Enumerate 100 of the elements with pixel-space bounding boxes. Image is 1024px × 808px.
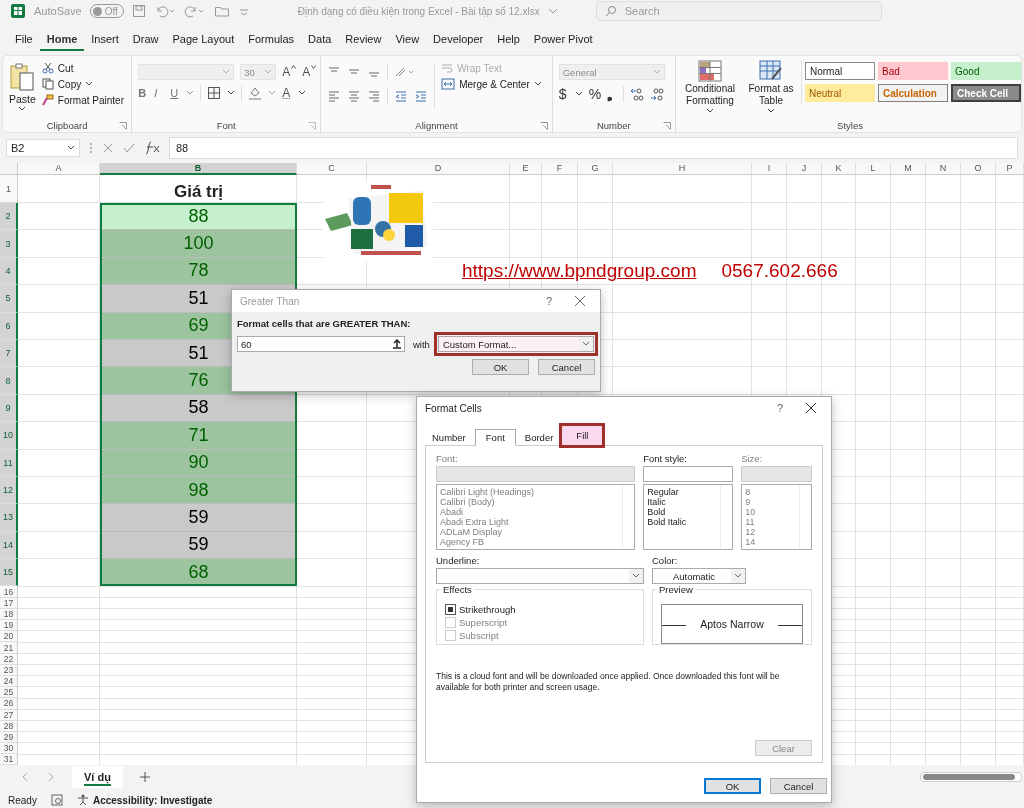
column-header[interactable]: O xyxy=(961,163,996,175)
row-header[interactable]: 23 xyxy=(0,664,18,676)
row-header[interactable]: 7 xyxy=(0,339,18,368)
row-header[interactable]: 17 xyxy=(0,597,18,609)
row-header[interactable]: 13 xyxy=(0,504,18,532)
increase-font-size-button[interactable]: A xyxy=(282,65,297,79)
fill-color-icon[interactable] xyxy=(248,86,263,100)
comma-style-button[interactable]: ❟ xyxy=(607,85,618,102)
search-field[interactable]: Search xyxy=(595,1,882,21)
row-header[interactable]: 5 xyxy=(0,285,18,313)
column-header[interactable]: P xyxy=(996,163,1024,175)
row-header[interactable]: 28 xyxy=(0,720,18,732)
dialog-launcher-icon[interactable] xyxy=(663,122,671,130)
column-header[interactable]: M xyxy=(891,163,926,175)
decrease-font-size-button[interactable]: A xyxy=(302,65,317,79)
row-header[interactable]: 6 xyxy=(0,312,18,340)
column-header[interactable]: E xyxy=(510,163,542,175)
horizontal-align-icon[interactable] xyxy=(367,90,382,102)
ribbon-tab[interactable]: Page Layout xyxy=(165,29,242,51)
row-header[interactable]: 19 xyxy=(0,620,18,632)
row-header[interactable]: 25 xyxy=(0,687,18,699)
column-header[interactable]: I xyxy=(752,163,787,175)
sheet-tab[interactable]: Ví dụ xyxy=(72,766,123,788)
dialog-button[interactable]: OK xyxy=(704,778,761,794)
dialog-button[interactable]: Cancel xyxy=(538,359,595,375)
dialog-tab[interactable]: Border xyxy=(519,430,559,445)
cancel-icon[interactable] xyxy=(102,142,114,154)
copy-button[interactable]: Copy xyxy=(41,78,124,90)
insert-function-icon[interactable] xyxy=(144,141,160,155)
select-all-button[interactable] xyxy=(0,163,18,175)
dialog-tab[interactable]: Font xyxy=(474,429,516,446)
cell-style-option[interactable]: Bad xyxy=(878,62,948,80)
row-header[interactable]: 22 xyxy=(0,653,18,665)
column-header[interactable]: G xyxy=(578,163,613,175)
decrease-decimal-icon[interactable] xyxy=(650,86,665,101)
format-painter-button[interactable]: Format Painter xyxy=(41,94,124,106)
column-header[interactable]: H xyxy=(613,163,752,175)
cell-style-option[interactable]: Good xyxy=(951,62,1021,80)
effect-checkbox[interactable]: Strikethrough xyxy=(445,604,635,615)
row-header[interactable]: 26 xyxy=(0,698,18,710)
paste-button[interactable]: Paste xyxy=(9,60,36,112)
caret-icon[interactable] xyxy=(298,90,307,96)
cell-style-option[interactable]: Calculation xyxy=(878,84,948,102)
dialog-launcher-icon[interactable] xyxy=(308,122,317,130)
column-header[interactable]: B xyxy=(100,163,297,175)
format-as-table-button[interactable]: Format as Table xyxy=(747,60,795,114)
color-dropdown[interactable]: Automatic xyxy=(652,568,746,584)
value-input[interactable]: 60 xyxy=(237,336,405,352)
row-header[interactable]: 14 xyxy=(0,531,18,560)
close-icon[interactable] xyxy=(805,402,817,414)
help-button[interactable]: ? xyxy=(545,295,552,307)
column-header[interactable]: N xyxy=(926,163,961,175)
font-color-button[interactable]: A xyxy=(282,86,293,100)
dialog-button[interactable]: Cancel xyxy=(770,778,827,794)
next-sheet-icon[interactable] xyxy=(46,772,56,782)
font-format-button[interactable]: U xyxy=(170,87,181,99)
row-header[interactable]: 21 xyxy=(0,642,18,654)
cell-style-option[interactable]: Neutral xyxy=(805,84,875,102)
row-header[interactable]: 20 xyxy=(0,631,18,643)
name-box[interactable]: B2 xyxy=(6,139,80,157)
font-style-list[interactable]: Regular Italic Bold Bold Italic xyxy=(643,484,734,550)
ribbon-tab[interactable]: Developer xyxy=(426,29,491,51)
dialog-button[interactable]: OK xyxy=(472,359,529,375)
conditional-formatting-button[interactable]: Conditional Formatting xyxy=(679,60,741,114)
add-sheet-icon[interactable] xyxy=(138,771,151,783)
column-header[interactable]: L xyxy=(856,163,891,175)
ribbon-tab[interactable]: Formulas xyxy=(241,29,302,51)
ribbon-tab[interactable]: Help xyxy=(490,29,527,51)
column-header[interactable]: C xyxy=(297,163,367,175)
dialog-tab[interactable]: Number xyxy=(427,430,471,445)
decrease-indent-icon[interactable] xyxy=(394,90,409,102)
dialog-launcher-icon[interactable] xyxy=(539,122,548,130)
row-header[interactable]: 2 xyxy=(0,203,18,231)
ribbon-tab[interactable]: Home xyxy=(39,29,85,51)
row-header[interactable]: 4 xyxy=(0,257,18,286)
ribbon-tab[interactable]: View xyxy=(388,29,427,51)
underline-dropdown[interactable] xyxy=(436,568,644,584)
chevron-icon[interactable] xyxy=(547,7,558,15)
increase-indent-icon[interactable] xyxy=(414,90,429,102)
row-header[interactable]: 27 xyxy=(0,709,18,721)
website-link[interactable]: https://www.bpndgroup.com xyxy=(462,260,697,283)
ribbon-tab[interactable]: Review xyxy=(338,29,389,51)
column-header[interactable]: D xyxy=(367,163,510,175)
borders-icon[interactable] xyxy=(207,86,222,100)
folder-icon[interactable] xyxy=(213,4,230,18)
collapse-dialog-icon[interactable] xyxy=(391,338,403,350)
ribbon-tab[interactable]: Insert xyxy=(84,29,126,51)
confirm-icon[interactable] xyxy=(123,142,135,154)
row-header[interactable]: 15 xyxy=(0,559,18,587)
percent-button[interactable]: % xyxy=(588,85,602,102)
currency-button[interactable]: $ xyxy=(558,85,569,102)
size-input[interactable] xyxy=(741,466,812,482)
column-header[interactable]: J xyxy=(787,163,822,175)
ribbon-tab[interactable]: Data xyxy=(301,29,339,51)
column-header[interactable]: A xyxy=(18,163,100,175)
row-header[interactable]: 10 xyxy=(0,422,18,450)
horizontal-align-icon[interactable] xyxy=(347,90,362,102)
row-header[interactable]: 8 xyxy=(0,367,18,395)
font-format-button[interactable]: I xyxy=(154,87,165,99)
caret-icon[interactable] xyxy=(227,90,236,96)
